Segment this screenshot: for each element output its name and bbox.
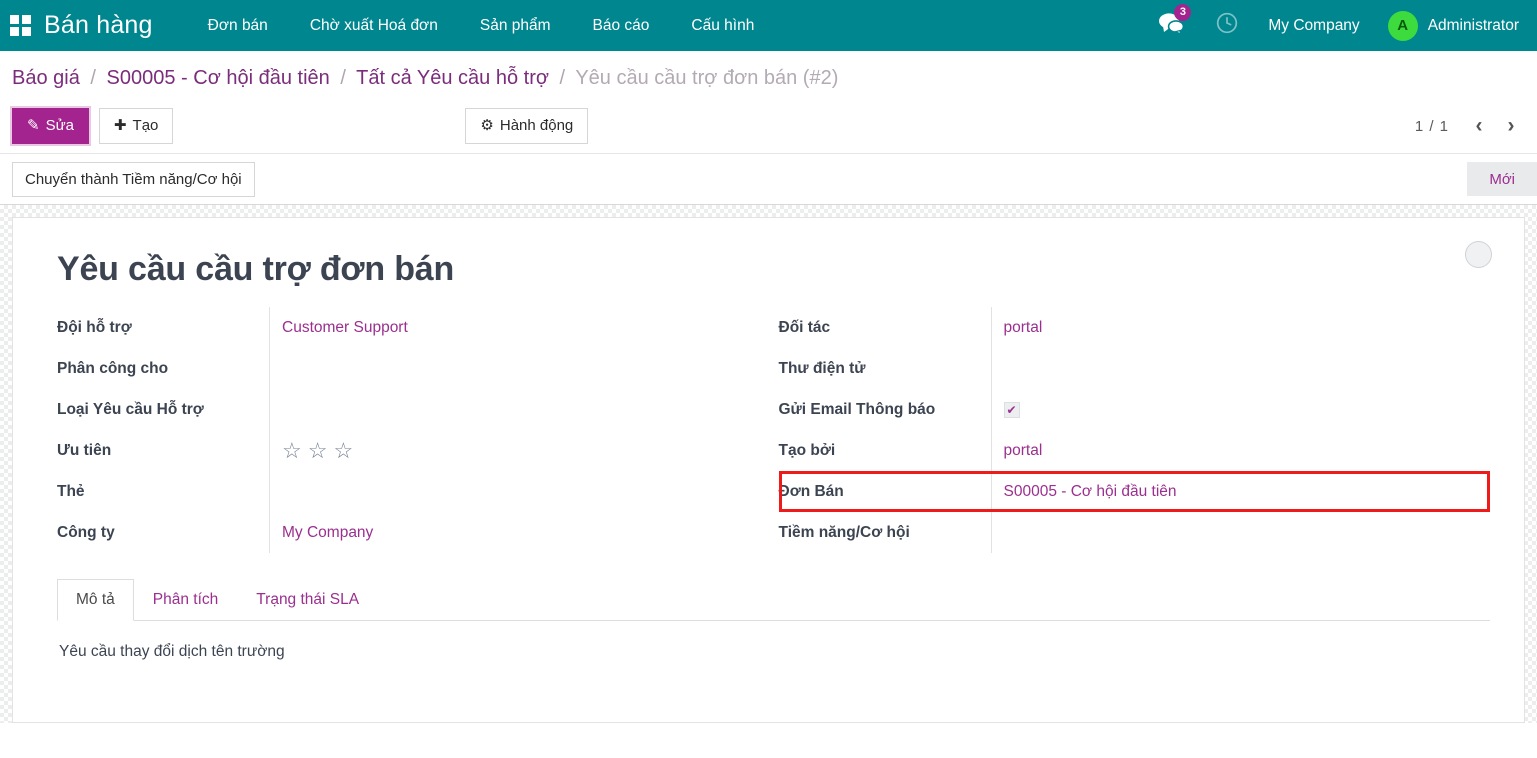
field-value-created-by[interactable]: portal <box>991 430 1491 471</box>
avatar-placeholder[interactable] <box>1465 241 1492 268</box>
page-title: Yêu cầu cầu trợ đơn bán <box>57 250 1490 289</box>
control-panel: ✎ Sửa ✚ Tạo ⚙ Hành động 1 / 1 ‹ › <box>0 99 1537 153</box>
field-row-priority: Ưu tiên ☆ ☆ ☆ <box>57 430 774 471</box>
description-content[interactable]: Yêu cầu thay đổi dịch tên trường <box>57 621 1490 661</box>
field-row-tags: Thẻ <box>57 471 774 512</box>
create-button-label: Tạo <box>133 117 159 134</box>
notebook-tabs: Mô tả Phân tích Trạng thái SLA <box>57 579 1490 621</box>
field-value-sale-order[interactable]: S00005 - Cơ hội đầu tiên <box>991 471 1491 512</box>
tab-sla-status[interactable]: Trạng thái SLA <box>237 579 378 621</box>
field-label-assigned-to: Phân công cho <box>57 360 269 378</box>
main-menu: Đơn bán Chờ xuất Hoá đơn Sản phẩm Báo cá… <box>187 1 776 51</box>
app-brand-title[interactable]: Bán hàng <box>44 11 153 40</box>
navbar-systray: 3 My Company A Administrator <box>1143 0 1523 51</box>
messaging-menu[interactable]: 3 <box>1143 0 1200 51</box>
top-navbar: Bán hàng Đơn bán Chờ xuất Hoá đơn Sản ph… <box>0 0 1537 51</box>
chevron-right-icon[interactable]: › <box>1497 112 1525 140</box>
chat-bubble-icon: 3 <box>1159 13 1184 39</box>
breadcrumb-separator: / <box>560 67 566 89</box>
avatar: A <box>1388 11 1418 41</box>
apps-grid-icon[interactable] <box>0 0 40 51</box>
field-row-created-by: Tạo bởi portal <box>779 430 1491 471</box>
field-value-company[interactable]: My Company <box>269 512 774 553</box>
priority-stars: ☆ ☆ ☆ <box>282 440 353 462</box>
field-value-lead-opportunity[interactable] <box>991 512 1491 553</box>
breadcrumb-item-0[interactable]: Báo giá <box>12 67 80 89</box>
field-row-assigned-to: Phân công cho <box>57 348 774 389</box>
action-button[interactable]: ⚙ Hành động <box>465 108 588 145</box>
status-badge[interactable]: Mới <box>1467 162 1537 196</box>
field-row-send-notification-email: Gửi Email Thông báo ✔ <box>779 389 1491 430</box>
star-icon[interactable]: ☆ <box>333 440 353 462</box>
field-label-tags: Thẻ <box>57 483 269 501</box>
tab-description[interactable]: Mô tả <box>57 579 134 621</box>
user-menu[interactable]: A Administrator <box>1374 11 1523 41</box>
field-row-email: Thư điện tử <box>779 348 1491 389</box>
star-icon[interactable]: ☆ <box>308 440 328 462</box>
menu-item-4[interactable]: Cấu hình <box>670 1 775 51</box>
field-value-send-notification-email[interactable]: ✔ <box>991 389 1491 430</box>
convert-to-lead-button[interactable]: Chuyển thành Tiềm năng/Cơ hội <box>12 162 255 197</box>
field-row-company: Công ty My Company <box>57 512 774 553</box>
field-row-lead-opportunity: Tiềm năng/Cơ hội <box>779 512 1491 553</box>
statusbar-row: Chuyển thành Tiềm năng/Cơ hội Mới <box>0 153 1537 205</box>
field-value-helpdesk-team[interactable]: Customer Support <box>269 307 774 348</box>
breadcrumb-item-2[interactable]: Tất cả Yêu cầu hỗ trợ <box>356 67 549 89</box>
chevron-left-icon[interactable]: ‹ <box>1465 112 1493 140</box>
star-icon[interactable]: ☆ <box>282 440 302 462</box>
breadcrumb-separator: / <box>340 67 346 89</box>
field-label-ticket-type: Loại Yêu cầu Hỗ trợ <box>57 401 269 419</box>
clock-icon <box>1216 12 1238 39</box>
edit-button-label: Sửa <box>46 117 74 134</box>
breadcrumb-item-current: Yêu cầu cầu trợ đơn bán (#2) <box>575 67 838 89</box>
field-value-priority[interactable]: ☆ ☆ ☆ <box>269 430 774 471</box>
menu-item-2[interactable]: Sản phẩm <box>459 1 572 51</box>
field-value-partner[interactable]: portal <box>991 307 1491 348</box>
field-value-tags[interactable] <box>269 471 774 512</box>
form-column-left: Đội hỗ trợ Customer Support Phân công ch… <box>57 307 774 553</box>
pencil-icon: ✎ <box>27 117 40 134</box>
messaging-counter-badge: 3 <box>1174 4 1191 21</box>
field-row-helpdesk-team: Đội hỗ trợ Customer Support <box>57 307 774 348</box>
field-value-assigned-to[interactable] <box>269 348 774 389</box>
user-name-label: Administrator <box>1428 17 1519 35</box>
field-label-lead-opportunity: Tiềm năng/Cơ hội <box>779 524 991 542</box>
field-value-email[interactable] <box>991 348 1491 389</box>
field-label-company: Công ty <box>57 524 269 542</box>
pager: 1 / 1 ‹ › <box>1403 112 1525 140</box>
field-row-partner: Đối tác portal <box>779 307 1491 348</box>
create-button[interactable]: ✚ Tạo <box>99 108 173 145</box>
field-value-ticket-type[interactable] <box>269 389 774 430</box>
breadcrumb-separator: / <box>90 67 96 89</box>
checkbox-checked-icon[interactable]: ✔ <box>1004 402 1020 418</box>
form-sheet: Yêu cầu cầu trợ đơn bán Đội hỗ trợ Custo… <box>12 217 1525 723</box>
field-label-created-by: Tạo bởi <box>779 442 991 460</box>
field-label-email: Thư điện tử <box>779 360 991 378</box>
form-column-right: Đối tác portal Thư điện tử Gửi Email Thô… <box>774 307 1491 553</box>
field-row-ticket-type: Loại Yêu cầu Hỗ trợ <box>57 389 774 430</box>
tab-analysis[interactable]: Phân tích <box>134 579 238 621</box>
menu-item-1[interactable]: Chờ xuất Hoá đơn <box>289 1 459 51</box>
field-row-sale-order: Đơn Bán S00005 - Cơ hội đầu tiên <box>779 471 1491 512</box>
plus-icon: ✚ <box>114 117 127 134</box>
field-label-helpdesk-team: Đội hỗ trợ <box>57 319 269 337</box>
form-grid: Đội hỗ trợ Customer Support Phân công ch… <box>47 307 1490 553</box>
breadcrumb-item-1[interactable]: S00005 - Cơ hội đầu tiên <box>107 67 330 89</box>
edit-button[interactable]: ✎ Sửa <box>12 108 89 145</box>
field-label-priority: Ưu tiên <box>57 442 269 460</box>
notebook: Mô tả Phân tích Trạng thái SLA Yêu cầu t… <box>47 579 1490 661</box>
activities-menu[interactable] <box>1200 0 1254 51</box>
statusbar: Mới <box>1467 162 1537 196</box>
sheet-background: Yêu cầu cầu trợ đơn bán Đội hỗ trợ Custo… <box>0 205 1537 723</box>
field-label-send-notification-email: Gửi Email Thông báo <box>779 401 991 419</box>
pager-count: 1 / 1 <box>1403 118 1461 135</box>
menu-item-0[interactable]: Đơn bán <box>187 1 289 51</box>
action-button-label: Hành động <box>500 117 573 134</box>
company-switcher[interactable]: My Company <box>1254 17 1373 35</box>
field-label-sale-order: Đơn Bán <box>779 483 991 501</box>
field-label-partner: Đối tác <box>779 319 991 337</box>
breadcrumb: Báo giá / S00005 - Cơ hội đầu tiên / Tất… <box>0 51 1537 99</box>
menu-item-3[interactable]: Báo cáo <box>572 1 671 51</box>
gear-icon: ⚙ <box>480 117 493 134</box>
